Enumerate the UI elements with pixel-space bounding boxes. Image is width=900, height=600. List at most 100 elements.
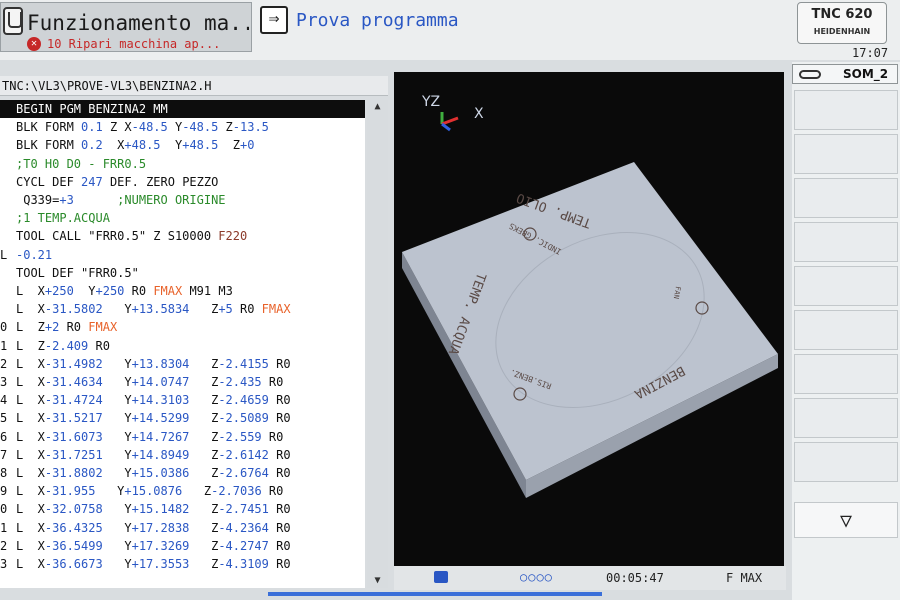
softkey-4[interactable]: [794, 222, 898, 262]
program-line[interactable]: 5 L X-31.5217 Y+14.5299 Z-2.5089 R0: [0, 409, 365, 427]
code-token: R0: [268, 447, 291, 462]
line-number: 0: [0, 320, 8, 335]
feed-mode: F MAX: [726, 571, 763, 585]
workpiece-3d-svg: TEMP. OLIO INDIC. GBEKS TEMP. ACQUA RIS.…: [402, 112, 778, 498]
code-token: Z: [218, 120, 233, 135]
code-token: +13.5834: [131, 302, 190, 317]
program-line[interactable]: 6 L X-31.6073 Y+14.7267 Z-2.559 R0: [0, 428, 365, 446]
code-token: CYCL DEF: [16, 174, 82, 189]
code-token: -31.955: [44, 484, 96, 499]
program-line[interactable]: L X-31.5802 Y+13.5834 Z+5 R0 FMAX: [0, 300, 365, 318]
code-token: -31.4724: [44, 393, 103, 408]
code-token: R0: [261, 484, 284, 499]
line-code: ;1 TEMP.ACQUA: [16, 209, 110, 227]
code-token: L Z: [16, 320, 45, 335]
line-number: 9: [0, 484, 8, 499]
code-token: L X: [16, 375, 45, 389]
program-line[interactable]: 1 L X-36.4325 Y+17.2838 Z-4.2364 R0: [0, 519, 365, 537]
program-line[interactable]: 9 L X-31.955 Y+15.0876 Z-2.7036 R0: [0, 482, 365, 500]
code-token: L X: [16, 429, 45, 444]
program-line[interactable]: CYCL DEF 247 DEF. ZERO PEZZO: [0, 173, 365, 191]
code-token: X: [102, 138, 125, 153]
code-token: Y: [102, 302, 132, 317]
code-token: Y: [102, 375, 132, 389]
code-token: 0.1: [81, 120, 103, 135]
code-token: -2.6142: [218, 447, 269, 462]
code-token: Z: [189, 520, 219, 535]
program-line[interactable]: L -0.21: [0, 246, 365, 264]
softkey-8[interactable]: [794, 398, 898, 438]
page-down-softkey[interactable]: ▽: [794, 502, 898, 538]
softkey-2[interactable]: [794, 134, 898, 174]
secondary-mode-title[interactable]: Prova programma: [296, 10, 459, 31]
user-key-box[interactable]: SOM_2: [792, 64, 898, 84]
code-token: Y: [160, 138, 183, 153]
softkey-5[interactable]: [794, 266, 898, 306]
scroll-up-arrow-icon[interactable]: ▲: [367, 100, 388, 114]
program-line[interactable]: 0 L X-32.0758 Y+15.1482 Z-2.7451 R0: [0, 500, 365, 518]
softkey-9[interactable]: [794, 442, 898, 482]
line-code: L X-31.6073 Y+14.7267 Z-2.559 R0: [16, 428, 283, 446]
code-token: Z: [189, 375, 219, 389]
line-number: L: [0, 247, 8, 262]
line-number: 1: [0, 338, 8, 353]
line-number: 3: [0, 557, 8, 571]
softkey-1[interactable]: [794, 90, 898, 130]
program-line[interactable]: 3 L X-31.4634 Y+14.0747 Z-2.435 R0: [0, 373, 365, 391]
file-path: TNC:\VL3\PROVE-VL3\BENZINA2.H: [2, 79, 212, 93]
program-line[interactable]: 7 L X-31.7251 Y+14.8949 Z-2.6142 R0: [0, 446, 365, 464]
line-code: L X-31.8802 Y+15.0386 Z-2.6764 R0: [16, 464, 291, 482]
program-line[interactable]: 2 L X-36.5499 Y+17.3269 Z-4.2747 R0: [0, 537, 365, 555]
program-line[interactable]: L X+250 Y+250 R0 FMAX M91 M3: [0, 282, 365, 300]
code-token: R0: [268, 502, 291, 517]
softkey-6[interactable]: [794, 310, 898, 350]
program-line[interactable]: 8 L X-31.8802 Y+15.0386 Z-2.6764 R0: [0, 464, 365, 482]
code-token: 0.2: [81, 138, 103, 153]
code-token: -48.5: [131, 120, 168, 135]
program-line[interactable]: BLK FORM 0.2 X+48.5 Y+48.5 Z+0: [0, 136, 365, 154]
error-message[interactable]: 10 Ripari macchina ap...: [47, 37, 247, 51]
program-line[interactable]: BLK FORM 0.1 Z X-48.5 Y-48.5 Z-13.5: [0, 118, 365, 136]
code-token: +13.8304: [131, 356, 190, 371]
code-token: Y: [102, 557, 132, 571]
machine-mode-tab[interactable]: Funzionamento ma... ✕ 10 Ripari macchina…: [0, 2, 252, 52]
code-token: -2.559: [218, 429, 262, 444]
program-line[interactable]: 2 L X-31.4982 Y+13.8304 Z-2.4155 R0: [0, 355, 365, 373]
code-token: L X: [16, 520, 45, 535]
code-token: R0: [261, 375, 284, 389]
key-icon: [799, 70, 821, 79]
code-token: Z: [189, 538, 219, 553]
program-line[interactable]: 3 L X-36.6673 Y+17.3553 Z-4.3109 R0: [0, 555, 365, 573]
program-line[interactable]: BEGIN PGM BENZINA2 MM: [0, 100, 365, 119]
program-run-icon[interactable]: ⇒: [260, 6, 288, 34]
line-code: L X-36.6673 Y+17.3553 Z-4.3109 R0: [16, 555, 291, 573]
program-scrollbar[interactable]: ▲ ▼: [367, 100, 388, 588]
program-line[interactable]: TOOL DEF "FRR0.5": [0, 264, 365, 282]
code-token: -4.2364: [218, 520, 269, 535]
line-code: L Z-2.409 R0: [16, 337, 110, 355]
code-token: Y: [102, 502, 132, 517]
program-line[interactable]: 1 L Z-2.409 R0: [0, 337, 365, 355]
code-token: Q339=: [16, 193, 60, 207]
softkey-3[interactable]: [794, 178, 898, 218]
nc-program-listing[interactable]: BEGIN PGM BENZINA2 MM BLK FORM 0.1 Z X-48…: [0, 100, 365, 588]
simulation-graphics-view[interactable]: YZ X TEMP. OLIO INDIC. GBEKS TEMP. ACQUA…: [394, 72, 784, 566]
code-token: -2.5089: [218, 411, 269, 426]
softkey-7[interactable]: [794, 354, 898, 394]
program-line[interactable]: Q339=+3 ;NUMERO ORIGINE: [0, 191, 365, 209]
elapsed-time: 00:05:47: [606, 571, 664, 585]
program-line[interactable]: 0 L Z+2 R0 FMAX: [0, 318, 365, 336]
program-line[interactable]: ;T0 H0 D0 - FRR0.5: [0, 155, 365, 173]
line-code: L X-31.4724 Y+14.3103 Z-2.4659 R0: [16, 391, 291, 409]
control-model: TNC 620: [811, 7, 873, 22]
code-token: R0: [268, 557, 291, 571]
program-line[interactable]: 4 L X-31.4724 Y+14.3103 Z-2.4659 R0: [0, 391, 365, 409]
code-token: L X: [16, 393, 45, 408]
scroll-down-arrow-icon[interactable]: ▼: [367, 574, 388, 588]
code-token: -31.4634: [44, 375, 103, 389]
program-line[interactable]: TOOL CALL "FRR0.5" Z S10000 F220: [0, 227, 365, 245]
code-token: Y: [102, 538, 132, 553]
code-token: Z: [189, 557, 219, 571]
program-line[interactable]: ;1 TEMP.ACQUA: [0, 209, 365, 227]
code-token: L Z: [16, 338, 45, 353]
